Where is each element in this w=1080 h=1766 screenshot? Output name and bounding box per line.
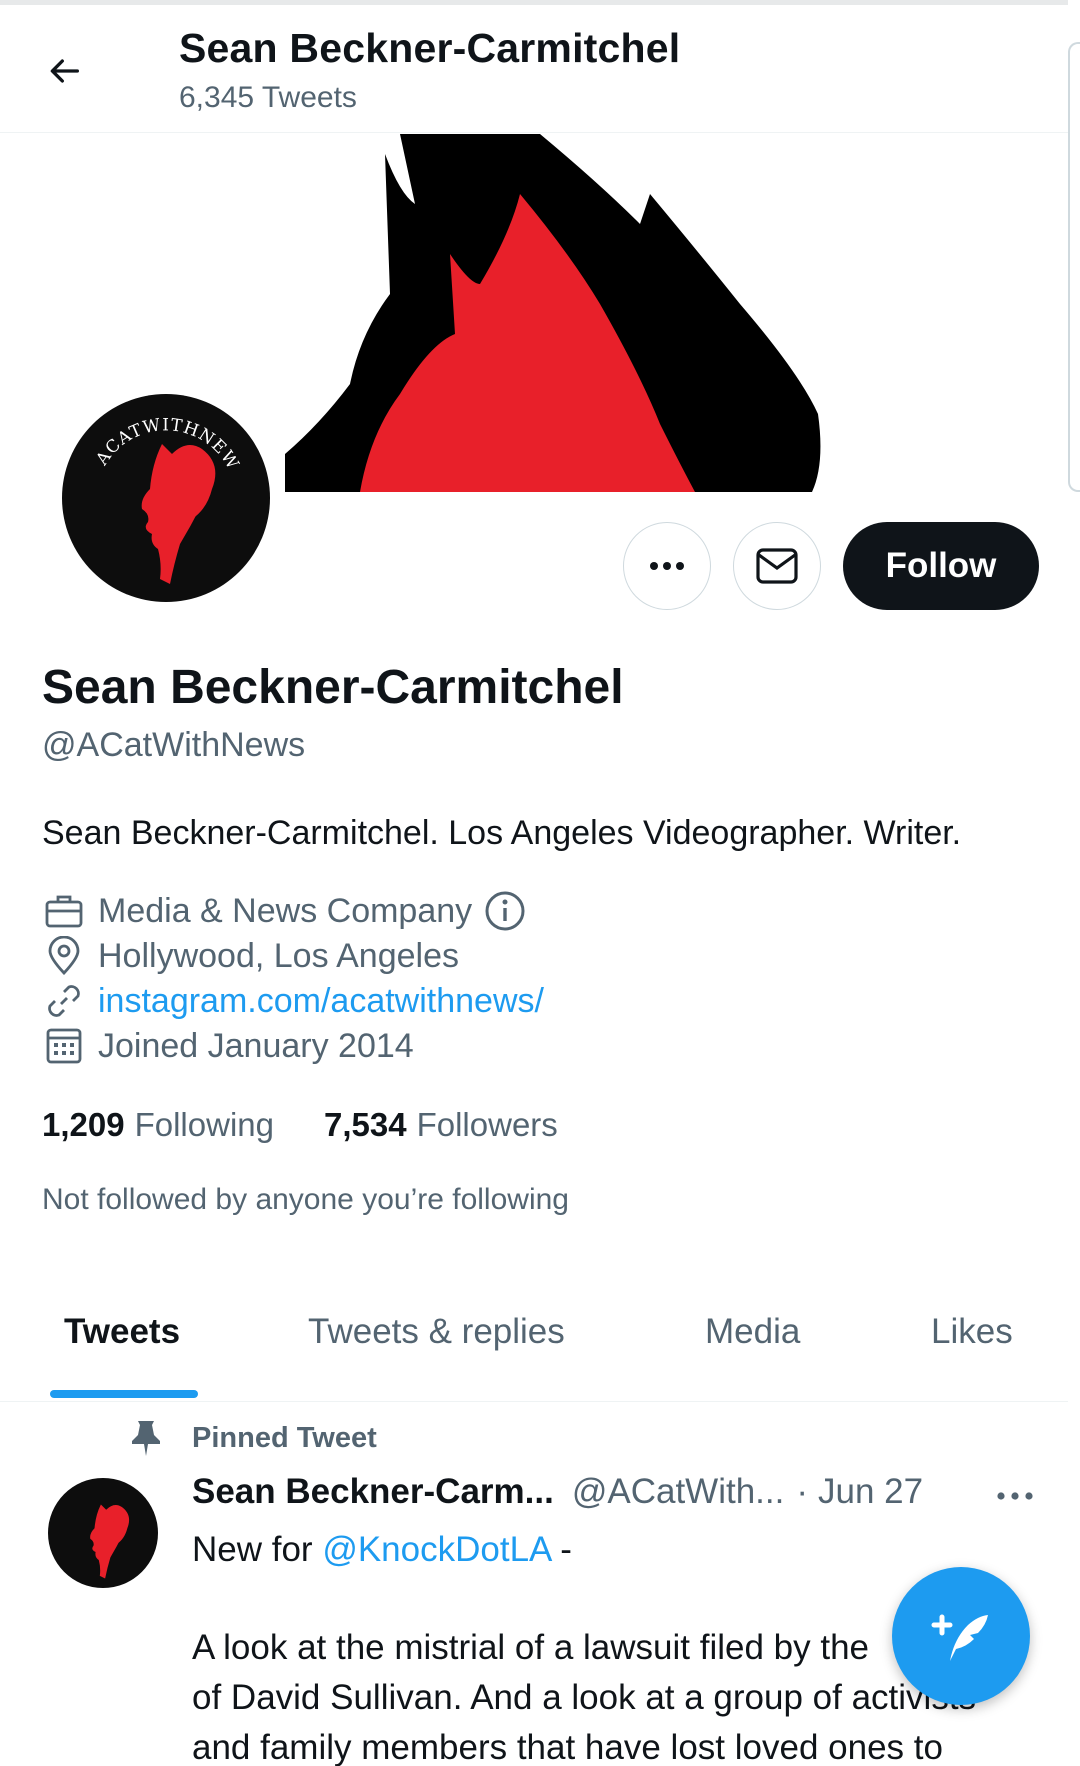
location-row: Hollywood, Los Angeles xyxy=(42,936,459,976)
scrollbar[interactable] xyxy=(1068,42,1080,492)
avatar-logo xyxy=(90,1504,130,1579)
more-options-button[interactable] xyxy=(623,522,711,610)
followers-label: Followers xyxy=(416,1106,558,1143)
tweet-text-line: New for @KnockDotLA - xyxy=(192,1530,572,1570)
mention-link[interactable]: @KnockDotLA xyxy=(322,1530,550,1569)
follow-button[interactable]: Follow xyxy=(843,522,1039,610)
category-row: Media & News Company xyxy=(42,890,526,932)
tab-likes[interactable]: Likes xyxy=(931,1312,1013,1352)
info-icon[interactable] xyxy=(484,890,526,932)
joined-row: Joined January 2014 xyxy=(42,1026,414,1066)
tab-tweets-replies[interactable]: Tweets & replies xyxy=(308,1312,565,1352)
profile-header: Sean Beckner-Carmitchel 6,345 Tweets xyxy=(0,5,1068,133)
pin-icon xyxy=(126,1418,166,1458)
more-icon xyxy=(650,562,684,570)
joined-text: Joined January 2014 xyxy=(98,1026,414,1065)
tweet-count: 6,345 Tweets xyxy=(179,81,357,114)
tweet-text-line: and family members that have lost loved … xyxy=(192,1728,943,1766)
profile-avatar[interactable]: ACATWITHNEWS xyxy=(58,390,274,606)
tweet-author-handle[interactable]: @ACatWith... xyxy=(572,1472,785,1512)
back-button[interactable] xyxy=(36,43,92,99)
tweet-more-button[interactable] xyxy=(990,1476,1040,1516)
followers-count: 7,534 xyxy=(324,1106,407,1143)
tweet-text-line: A look at the mistrial of a lawsuit file… xyxy=(192,1628,869,1667)
briefcase-icon xyxy=(42,891,86,931)
tweet-text: - xyxy=(550,1530,572,1569)
following-count: 1,209 xyxy=(42,1106,125,1143)
back-arrow-icon xyxy=(50,59,79,83)
following-label: Following xyxy=(134,1106,274,1143)
tweet-separator: · xyxy=(796,1472,808,1511)
tweet-header: Sean Beckner-Carm... @ACatWith... · Jun … xyxy=(192,1472,923,1512)
header-title: Sean Beckner-Carmitchel xyxy=(179,25,681,71)
tab-tweets[interactable]: Tweets xyxy=(64,1312,180,1352)
profile-bio: Sean Beckner-Carmitchel. Los Angeles Vid… xyxy=(42,814,962,852)
profile-tabs: Tweets Tweets & replies Media Likes xyxy=(0,1286,1068,1402)
tweet-author-name[interactable]: Sean Beckner-Carm... xyxy=(192,1472,554,1512)
compose-tweet-button[interactable] xyxy=(892,1567,1030,1705)
pinned-label: Pinned Tweet xyxy=(192,1421,377,1454)
tweet-date[interactable]: Jun 27 xyxy=(818,1472,923,1512)
tab-media[interactable]: Media xyxy=(705,1312,800,1352)
category-text: Media & News Company xyxy=(98,891,473,930)
location-text: Hollywood, Los Angeles xyxy=(98,936,460,975)
avatar-logo: ACATWITHNEWS xyxy=(62,394,242,584)
message-button[interactable] xyxy=(733,522,821,610)
followers-stat[interactable]: 7,534 Followers xyxy=(324,1106,558,1144)
tweet-text: New for xyxy=(192,1530,323,1569)
not-followed-note: Not followed by anyone you’re following xyxy=(42,1183,569,1216)
website-link[interactable]: instagram.com/acatwithnews/ xyxy=(98,982,544,1021)
pinned-label-row: Pinned Tweet xyxy=(126,1418,377,1458)
compose-tweet-icon xyxy=(931,1614,988,1661)
more-icon xyxy=(997,1492,1033,1500)
following-stat[interactable]: 1,209 Following xyxy=(42,1106,274,1144)
mail-icon xyxy=(756,548,798,584)
profile-name: Sean Beckner-Carmitchel xyxy=(42,661,624,714)
tweet-author-avatar[interactable] xyxy=(48,1478,158,1588)
calendar-icon xyxy=(42,1026,86,1066)
active-tab-indicator xyxy=(50,1390,198,1398)
profile-handle: @ACatWithNews xyxy=(42,726,306,764)
tweet-text-line: of David Sullivan. And a look at a group… xyxy=(192,1678,977,1717)
website-row: instagram.com/acatwithnews/ xyxy=(42,981,544,1021)
follow-stats: 1,209 Following 7,534 Followers xyxy=(42,1106,608,1144)
location-icon xyxy=(42,936,86,976)
link-icon xyxy=(42,981,86,1021)
